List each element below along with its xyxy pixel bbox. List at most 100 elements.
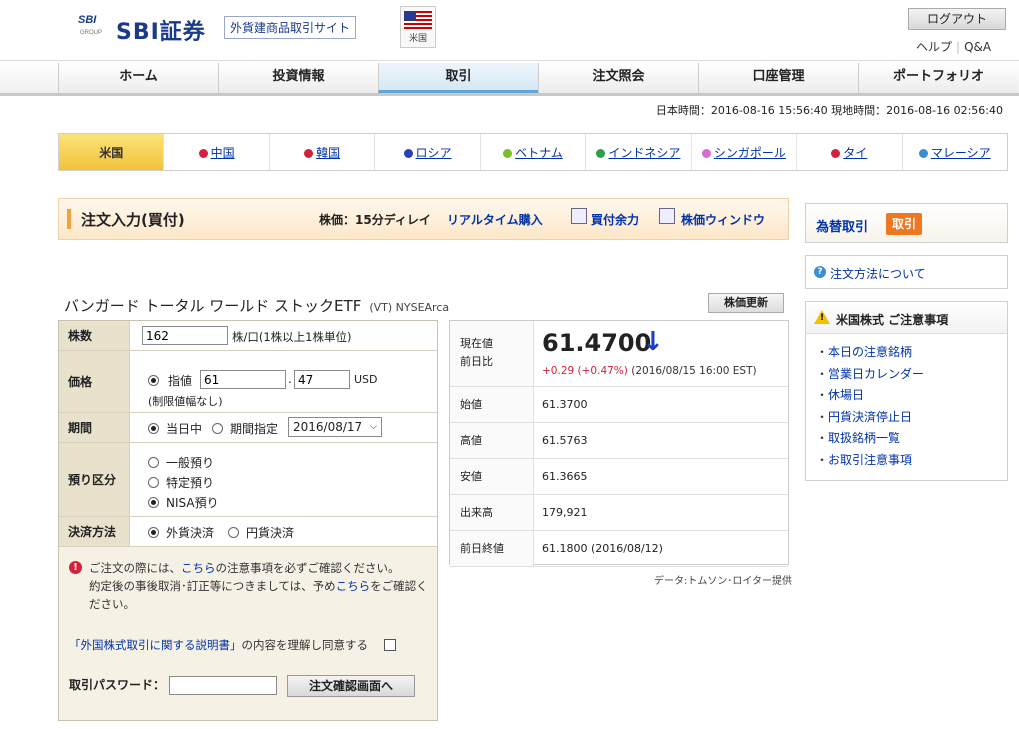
country-tab[interactable]: インドネシア xyxy=(585,134,690,170)
fx-trade-button[interactable]: 取引 xyxy=(886,213,922,235)
country-tab[interactable]: ロシア xyxy=(374,134,479,170)
quote-value: 61.5763 xyxy=(542,434,588,447)
nav-tab[interactable]: 注文照会 xyxy=(538,63,698,93)
account-specific-label: 特定預り xyxy=(166,476,215,490)
buying-power-link[interactable]: 買付余力 xyxy=(591,211,639,228)
qa-link[interactable]: Q&A xyxy=(964,40,991,54)
password-input[interactable] xyxy=(169,676,277,695)
howto-box: ? 注文方法について xyxy=(805,255,1008,289)
cautions-box: ! 米国株式 ご注意事項 本日の注意銘柄営業日カレンダー休場日円貨決済停止日取扱… xyxy=(805,301,1008,481)
quote-row: 始値 61.3700 xyxy=(450,387,788,423)
stock-name-text: バンガード トータル ワールド ストックETF xyxy=(64,297,362,315)
nav-tab[interactable]: ポートフォリオ xyxy=(858,63,1018,93)
period-date-select[interactable]: 2016/08/17 ⌵ xyxy=(288,417,382,437)
nav-tab[interactable]: 口座管理 xyxy=(698,63,858,93)
period-specify-radio[interactable] xyxy=(212,423,223,434)
caution-link[interactable]: お取引注意事項 xyxy=(828,453,912,467)
caution-link[interactable]: 本日の注意銘柄 xyxy=(828,345,912,359)
notice-link-2[interactable]: こちら xyxy=(336,579,371,593)
notice-text-2: の注意事項を必ずご確認ください。 xyxy=(215,561,400,575)
shares-unit: 株/口(1株以上1株単位) xyxy=(232,330,352,344)
stock-code: (VT) NYSEArca xyxy=(369,301,450,314)
country-dot-icon xyxy=(198,149,208,158)
country-dot-icon xyxy=(503,149,513,158)
quote-label: 出来高 xyxy=(450,495,534,530)
country-link[interactable]: インドネシア xyxy=(608,146,680,160)
confirm-order-button[interactable]: 注文確認画面へ xyxy=(287,675,415,697)
realtime-buy-link[interactable]: リアルタイム購入 xyxy=(447,211,543,228)
country-link[interactable]: ベトナム xyxy=(515,146,563,160)
fx-link[interactable]: 為替取引 xyxy=(816,216,868,235)
caution-item: お取引注意事項 xyxy=(816,450,1007,472)
country-link[interactable]: 韓国 xyxy=(316,146,340,160)
quote-table: 現在値 前日比 61.4700 ↓ +0.29 (+0.47%) (2016/0… xyxy=(449,320,789,567)
country-dot-icon xyxy=(918,149,928,158)
country-tab[interactable]: ベトナム xyxy=(479,134,585,170)
price-int-input[interactable] xyxy=(200,370,286,389)
quote-label: 前日終値 xyxy=(450,531,534,566)
nav-tab[interactable]: 投資情報 xyxy=(218,63,378,93)
country-tab[interactable]: マレーシア xyxy=(901,134,1007,170)
settlement-row: 決済方法 外貨決済 円貨決済 xyxy=(59,517,437,547)
country-link[interactable]: マレーシア xyxy=(931,146,991,160)
period-label: 期間 xyxy=(59,413,129,442)
change-time: (2016/08/15 16:00 EST) xyxy=(631,365,757,377)
caution-link[interactable]: 営業日カレンダー xyxy=(828,367,924,381)
agreement-doc-link[interactable]: 「外国株式取引に関する説明書」 xyxy=(69,638,242,652)
help-link[interactable]: ヘルプ xyxy=(916,40,952,54)
country-flag[interactable]: 米国 xyxy=(400,6,436,48)
account-general-radio[interactable] xyxy=(148,457,159,468)
current-price-row: 現在値 前日比 61.4700 ↓ +0.29 (+0.47%) (2016/0… xyxy=(450,321,788,387)
account-specific-radio[interactable] xyxy=(148,477,159,488)
period-row: 期間 当日中 期間指定 2016/08/17 ⌵ xyxy=(59,413,437,443)
country-link[interactable]: ロシア xyxy=(416,146,452,160)
country-link[interactable]: シンガポール xyxy=(714,146,786,160)
country-tab[interactable]: 韓国 xyxy=(268,134,374,170)
price-note: (制限値幅なし) xyxy=(148,395,223,408)
logout-button[interactable]: ログアウト xyxy=(908,8,1006,30)
country-tab[interactable]: 中国 xyxy=(163,134,268,170)
period-today-radio[interactable] xyxy=(148,423,159,434)
account-label: 預り区分 xyxy=(59,443,129,516)
site-header: SBI GROUP SBI証券 外貨建商品取引サイト 米国 ログアウト ヘルプ |… xyxy=(0,0,1019,60)
country-tab[interactable]: タイ xyxy=(796,134,901,170)
period-date-value: 2016/08/17 xyxy=(293,420,363,434)
country-tab[interactable]: シンガポール xyxy=(690,134,796,170)
caution-link[interactable]: 休場日 xyxy=(828,388,864,402)
nav-tab[interactable]: 取引 xyxy=(378,63,538,93)
decimal-point: . xyxy=(288,372,292,386)
current-price: 61.4700 xyxy=(542,329,652,357)
period-specify-label: 期間指定 xyxy=(230,422,279,436)
account-nisa-radio[interactable] xyxy=(148,497,159,508)
site-logo[interactable]: SBI証券 xyxy=(116,14,206,46)
account-general-label: 一般預り xyxy=(166,456,215,470)
account-nisa-label: NISA預り xyxy=(166,496,219,510)
agreement-checkbox[interactable] xyxy=(383,639,396,651)
nav-tab[interactable]: ホーム xyxy=(58,63,218,93)
caution-link[interactable]: 円貨決済停止日 xyxy=(828,410,912,424)
refresh-price-button[interactable]: 株価更新 xyxy=(708,293,784,313)
limit-radio[interactable] xyxy=(148,375,159,386)
quote-value: 61.3700 xyxy=(542,398,588,411)
notice-link-1[interactable]: こちら xyxy=(181,561,216,575)
price-label: 価格 xyxy=(59,351,129,412)
settle-fx-radio[interactable] xyxy=(148,527,159,538)
caution-link[interactable]: 取扱銘柄一覧 xyxy=(828,431,900,445)
data-credit: データ:トムソン･ロイター提供 xyxy=(654,576,792,587)
howto-link[interactable]: 注文方法について xyxy=(830,265,926,282)
shares-input[interactable] xyxy=(142,326,228,345)
country-link[interactable]: 中国 xyxy=(211,146,235,160)
quote-row: 高値 61.5763 xyxy=(450,423,788,459)
change-percent: (+0.47%) xyxy=(577,365,628,377)
country-tab[interactable]: 米国 xyxy=(59,134,164,170)
price-window-link[interactable]: 株価ウィンドウ xyxy=(681,211,765,228)
country-link[interactable]: タイ xyxy=(843,146,867,160)
settle-jpy-radio[interactable] xyxy=(228,527,239,538)
caution-icon-mark: ! xyxy=(820,313,825,323)
quote-label: 始値 xyxy=(450,387,534,422)
price-dec-input[interactable] xyxy=(294,370,350,389)
cautions-list: 本日の注意銘柄営業日カレンダー休場日円貨決済停止日取扱銘柄一覧お取引注意事項 xyxy=(806,334,1007,472)
price-unit: USD xyxy=(354,373,378,386)
stock-name: バンガード トータル ワールド ストックETF (VT) NYSEArca xyxy=(64,295,449,316)
help-icon: ? xyxy=(814,266,826,278)
